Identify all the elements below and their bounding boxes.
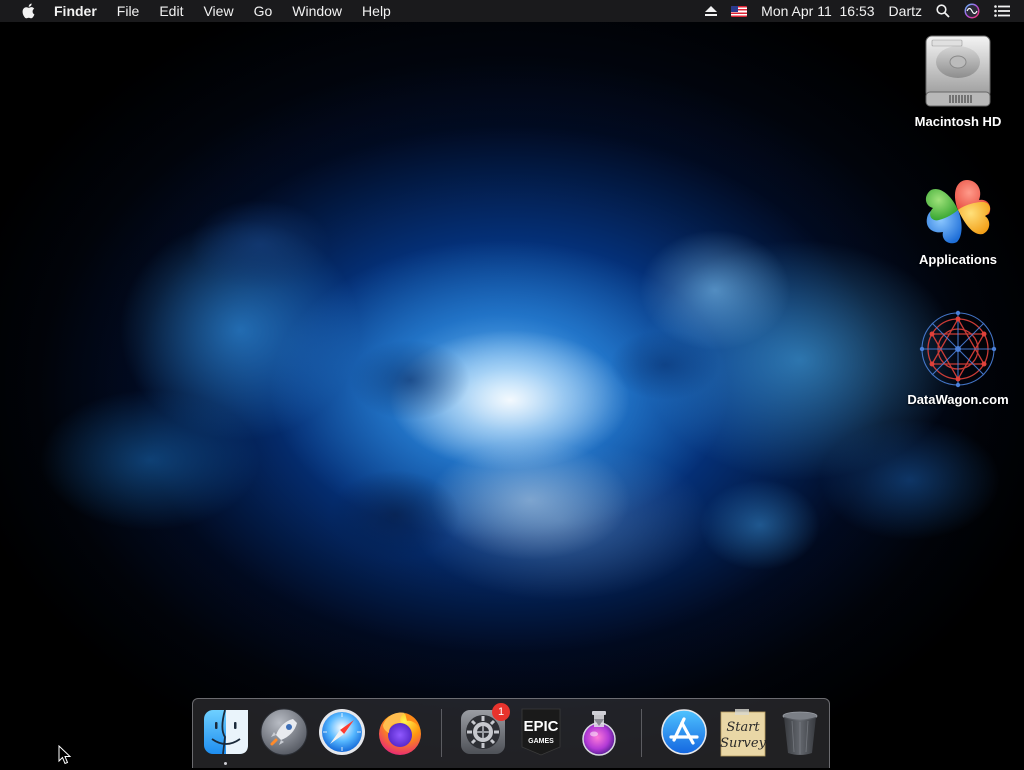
desktop-icon-label: Macintosh HD [914, 114, 1002, 129]
desktop-icon-datawagon[interactable]: DataWagon.com [898, 310, 1018, 407]
mouse-pointer-icon [58, 744, 72, 770]
dock-item-app-store[interactable] [659, 707, 709, 757]
menu-app-name[interactable]: Finder [54, 3, 97, 19]
dock-item-installer[interactable] [574, 707, 624, 757]
wallpaper-cloud [190, 200, 330, 290]
menu-help[interactable]: Help [362, 3, 391, 19]
menu-edit[interactable]: Edit [159, 3, 183, 19]
desktop-icon-label: Applications [918, 252, 997, 267]
siri-icon[interactable] [964, 3, 980, 19]
installer-flask-icon [582, 711, 616, 756]
epic-games-icon: EPIC GAMES [521, 708, 561, 756]
compass-icon [319, 709, 365, 755]
notification-badge: 1 [492, 703, 510, 721]
epic-games-text-bottom: GAMES [528, 738, 554, 745]
wallpaper-cloud [430, 440, 630, 560]
menu-user-name[interactable]: Dartz [889, 3, 922, 19]
notification-center-icon[interactable] [994, 5, 1010, 17]
apple-logo-icon[interactable] [20, 3, 36, 19]
hard-drive-icon [925, 35, 991, 107]
menu-clock[interactable]: Mon Apr 11 16:53 [761, 3, 874, 19]
eject-icon[interactable] [705, 5, 718, 17]
app-store-icon [661, 709, 707, 755]
dock-item-launchpad[interactable] [259, 707, 309, 757]
input-source-flag-icon[interactable] [731, 5, 748, 17]
desktop-icon-label: DataWagon.com [907, 392, 1009, 407]
start-survey-line2: Survey [720, 736, 767, 751]
dock-item-trash[interactable] [775, 707, 825, 757]
finder-icon [204, 709, 248, 755]
datawagon-network-icon [919, 310, 997, 388]
dock-item-system-preferences[interactable]: 1 [458, 703, 510, 757]
wallpaper-cloud [610, 330, 720, 400]
menu-go[interactable]: Go [254, 3, 273, 19]
firefox-icon [379, 712, 421, 755]
wallpaper-cloud [820, 420, 1000, 540]
rocket-icon [260, 708, 308, 756]
wallpaper-cloud [700, 480, 820, 570]
menu-bar: Finder File Edit View Go Window Help Mon… [0, 0, 1024, 22]
wallpaper-cloud [40, 390, 260, 530]
applications-clover-icon [925, 180, 991, 244]
menu-view[interactable]: View [203, 3, 233, 19]
trash-icon [782, 711, 818, 755]
dock-item-finder[interactable] [201, 707, 251, 757]
desktop-icon-macintosh-hd[interactable]: Macintosh HD [898, 32, 1018, 129]
start-survey-note-icon: Start Survey [720, 709, 767, 757]
dock-item-epic-games[interactable]: EPIC GAMES [516, 707, 566, 757]
desktop-wallpaper [0, 0, 1024, 768]
wallpaper-cloud [330, 470, 460, 560]
dock-item-safari[interactable] [317, 707, 367, 757]
dock-item-firefox[interactable] [375, 707, 425, 757]
menu-window[interactable]: Window [292, 3, 342, 19]
wallpaper-cloud [640, 230, 790, 350]
epic-games-text-top: EPIC [523, 718, 558, 735]
dock-item-start-survey[interactable]: Start Survey [717, 707, 767, 757]
dock: 1 EPIC GAMES Start Survey [192, 698, 830, 768]
start-survey-line1: Start [726, 720, 760, 735]
spotlight-search-icon[interactable] [936, 4, 950, 18]
dock-separator [441, 709, 442, 757]
desktop-icon-applications[interactable]: Applications [898, 174, 1018, 267]
menu-file[interactable]: File [117, 3, 140, 19]
wallpaper-cloud [350, 340, 470, 420]
finder-running-indicator [224, 762, 227, 765]
dock-separator [641, 709, 642, 757]
